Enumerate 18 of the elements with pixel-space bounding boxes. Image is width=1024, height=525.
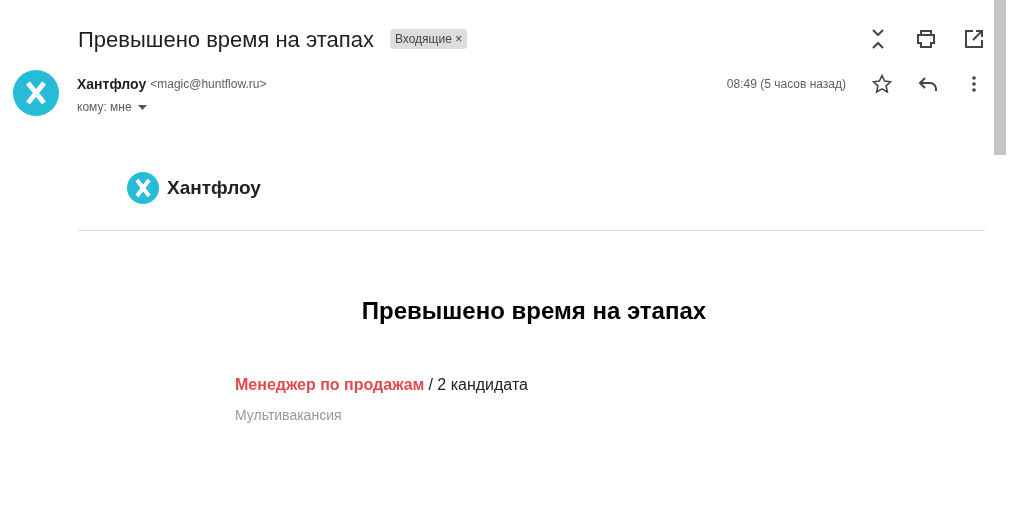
print-icon[interactable]: [914, 27, 938, 51]
timestamp: 08:49 (5 часов назад): [726, 76, 846, 93]
candidate-count: / 2 кандидата: [428, 375, 528, 395]
email-subject: Превышено время на этапах: [78, 25, 374, 54]
sender-name: Хантфлоу: [77, 74, 147, 94]
email-heading: Превышено время на этапах: [361, 297, 707, 324]
logo-icon: [127, 172, 159, 204]
sender-email: <magic@huntflow.ru>: [150, 76, 267, 93]
open-in-new-window-icon[interactable]: [962, 27, 986, 51]
vacancy-type: Мультивакансия: [235, 406, 343, 425]
logo-text: Хантфлоу: [167, 175, 261, 200]
vacancy-link[interactable]: Менеджер по продажам: [235, 373, 425, 397]
inbox-label[interactable]: Входящие ×: [389, 29, 468, 49]
avatar-icon: [13, 70, 59, 116]
recipient-dropdown[interactable]: кому: мне: [77, 98, 147, 116]
star-icon[interactable]: [870, 72, 894, 96]
caret-icon: [137, 104, 147, 110]
scrollbar-thumb[interactable]: [994, 0, 1006, 155]
